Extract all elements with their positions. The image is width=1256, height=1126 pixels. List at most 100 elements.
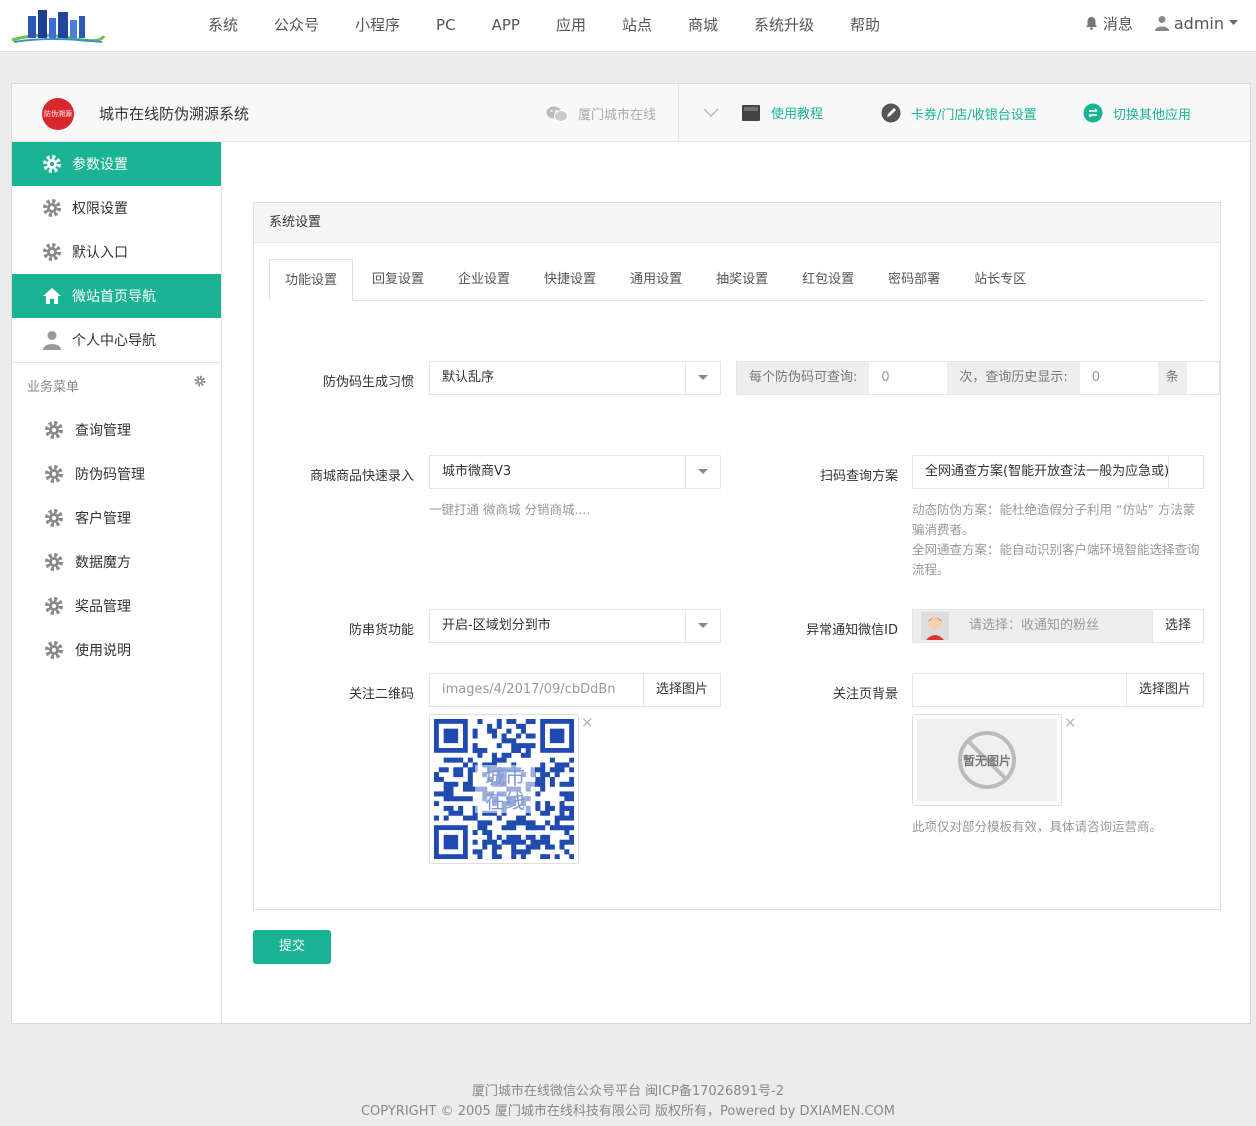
biz-menu-label: 业务菜单	[27, 380, 80, 395]
tab-general[interactable]: 通用设置	[615, 259, 697, 301]
caret-down-icon	[685, 362, 720, 394]
top-navbar: 系统 公众号 小程序 PC APP 应用 站点 商城 系统升级 帮助 消息 ad…	[0, 0, 1256, 52]
settings-box: 系统设置 功能设置 回复设置 企业设置 快捷设置 通用设置 抽奖设置 红包设置 …	[253, 202, 1221, 910]
tab-lottery[interactable]: 抽奖设置	[701, 259, 783, 301]
anti-flee-value: 开启-区域划分到市	[442, 618, 551, 633]
scan-plan-help-1: 动态防伪方案：能杜绝造假分子利用 “仿站” 方法蒙骗消费者。	[912, 502, 1196, 537]
sidebar-item-default-entry[interactable]: 默认入口	[12, 230, 221, 274]
account-name: 厦门城市在线	[546, 104, 656, 123]
chevron-down-icon[interactable]	[702, 102, 720, 122]
code-habit-label: 防伪码生成习惯	[322, 375, 414, 390]
sidebar-divider	[12, 362, 221, 363]
remove-qrcode-icon[interactable]: ✕	[581, 714, 594, 732]
sidebar-item-label: 个人中心导航	[72, 333, 156, 349]
scan-plan-select[interactable]: 全网通查方案(智能开放查法一般为应急或)	[912, 455, 1204, 489]
sidebar: 参数设置 权限设置 默认入口 微站首页导航 个人中心导航 业务菜单 查询管理 防…	[12, 142, 222, 1023]
query-count-input[interactable]: 0	[869, 362, 948, 394]
settings-title: 系统设置	[254, 203, 1220, 243]
sidebar-item-permissions[interactable]: 权限设置	[12, 186, 221, 230]
query-limit-group: 每个防伪码可查询: 0 次，查询历史显示: 0 条	[736, 361, 1220, 395]
no-image-text: 暂无图片	[962, 753, 1011, 768]
qr-overlay-text: 城市 在线	[475, 765, 535, 813]
sidebar-item-codes[interactable]: 防伪码管理	[12, 452, 221, 496]
sidebar-item-query[interactable]: 查询管理	[12, 408, 221, 452]
card-settings-link[interactable]: 卡券/门店/收银台设置	[881, 103, 1037, 123]
nav-upgrade[interactable]: 系统升级	[736, 0, 832, 52]
follow-bg-pick-button[interactable]: 选择图片	[1125, 674, 1203, 706]
site-logo[interactable]	[10, 6, 106, 46]
nav-mini-program[interactable]: 小程序	[337, 0, 418, 52]
sidebar-item-customers[interactable]: 客户管理	[12, 496, 221, 540]
sidebar-item-profile-nav[interactable]: 个人中心导航	[12, 318, 221, 362]
messages-link[interactable]: 消息	[1085, 13, 1133, 34]
caret-down-icon	[1168, 456, 1203, 488]
sidebar-item-label: 使用说明	[75, 643, 131, 659]
nav-app[interactable]: APP	[474, 0, 538, 52]
tutorial-link[interactable]: 使用教程	[741, 103, 823, 122]
home-icon	[42, 286, 62, 306]
nav-help[interactable]: 帮助	[832, 0, 898, 52]
qrcode-preview: 城市 在线	[429, 714, 579, 864]
tab-shortcut[interactable]: 快捷设置	[529, 259, 611, 301]
caret-down-icon	[685, 456, 720, 488]
tab-reply[interactable]: 回复设置	[357, 259, 439, 301]
bell-icon	[1085, 17, 1097, 30]
nav-site[interactable]: 站点	[604, 0, 670, 52]
qrcode-pick-button[interactable]: 选择图片	[642, 674, 720, 706]
caret-down-icon	[1229, 20, 1238, 25]
sidebar-item-data-cube[interactable]: 数据魔方	[12, 540, 221, 584]
notify-wechat-group: 请选择：收通知的粉丝 选择	[912, 609, 1204, 643]
code-habit-select[interactable]: 默认乱序	[429, 361, 721, 395]
scan-plan-value: 全网通查方案(智能开放查法一般为应急或)	[925, 464, 1170, 479]
follow-bg-group: 选择图片	[912, 673, 1204, 707]
sidebar-item-prizes[interactable]: 奖品管理	[12, 584, 221, 628]
tab-password[interactable]: 密码部署	[873, 259, 955, 301]
anti-flee-label: 防串货功能	[348, 623, 414, 638]
nav-mall[interactable]: 商城	[670, 0, 736, 52]
qrcode-path-input[interactable]: images/4/2017/09/cbDdBn	[430, 674, 643, 706]
remove-follow-bg-icon[interactable]: ✕	[1064, 714, 1077, 732]
sidebar-item-label: 防伪码管理	[75, 467, 145, 483]
nav-pc[interactable]: PC	[418, 0, 474, 52]
scan-plan-help-2: 全网通查方案：能自动识别客户端环境智能选择查询流程。	[912, 542, 1200, 577]
sidebar-item-instructions[interactable]: 使用说明	[12, 628, 221, 672]
tab-function[interactable]: 功能设置	[269, 259, 354, 301]
gear-icon	[42, 154, 62, 174]
select-fan-button[interactable]: 选择	[1151, 610, 1203, 642]
notify-wechat-label: 异常通知微信ID	[806, 623, 898, 638]
mall-entry-label: 商城商品快速录入	[309, 469, 414, 484]
tab-redpacket[interactable]: 红包设置	[787, 259, 869, 301]
gear-icon	[44, 420, 64, 440]
gear-icon	[44, 552, 64, 572]
switch-app-link[interactable]: 切换其他应用	[1083, 103, 1191, 123]
gear-icon	[42, 242, 62, 262]
sidebar-item-params[interactable]: 参数设置	[12, 142, 221, 186]
gear-icon	[44, 596, 64, 616]
anti-flee-select[interactable]: 开启-区域划分到市	[429, 609, 721, 643]
follow-bg-path-input[interactable]	[913, 674, 1126, 706]
sidebar-item-label: 奖品管理	[75, 599, 131, 615]
sidebar-item-home-nav[interactable]: 微站首页导航	[12, 274, 221, 318]
gear-icon	[44, 464, 64, 484]
nav-official-account[interactable]: 公众号	[256, 0, 337, 52]
user-menu[interactable]: admin	[1154, 14, 1238, 33]
user-icon	[1154, 16, 1169, 31]
tab-webmaster[interactable]: 站长专区	[959, 259, 1041, 301]
qrcode-group: images/4/2017/09/cbDdBn 选择图片	[429, 673, 721, 707]
nav-system[interactable]: 系统	[190, 0, 256, 52]
gear-icon[interactable]	[194, 375, 206, 387]
main-nav: 系统 公众号 小程序 PC APP 应用 站点 商城 系统升级 帮助	[190, 0, 898, 52]
scan-plan-label: 扫码查询方案	[819, 469, 898, 484]
nav-apps[interactable]: 应用	[538, 0, 604, 52]
mall-entry-help: 一键打通 微商城 分销商城....	[429, 502, 591, 517]
header-divider	[678, 84, 679, 141]
history-count-input[interactable]: 0	[1079, 362, 1158, 394]
sidebar-item-label: 查询管理	[75, 423, 131, 439]
book-icon	[742, 104, 760, 121]
mall-entry-select[interactable]: 城市微商V3	[429, 455, 721, 489]
tab-enterprise[interactable]: 企业设置	[443, 259, 525, 301]
code-habit-value: 默认乱序	[442, 370, 495, 385]
submit-button[interactable]: 提交	[253, 930, 331, 964]
notify-wechat-input[interactable]: 请选择：收通知的粉丝	[957, 610, 1152, 642]
app-logo: 防伪溯源	[42, 98, 74, 130]
